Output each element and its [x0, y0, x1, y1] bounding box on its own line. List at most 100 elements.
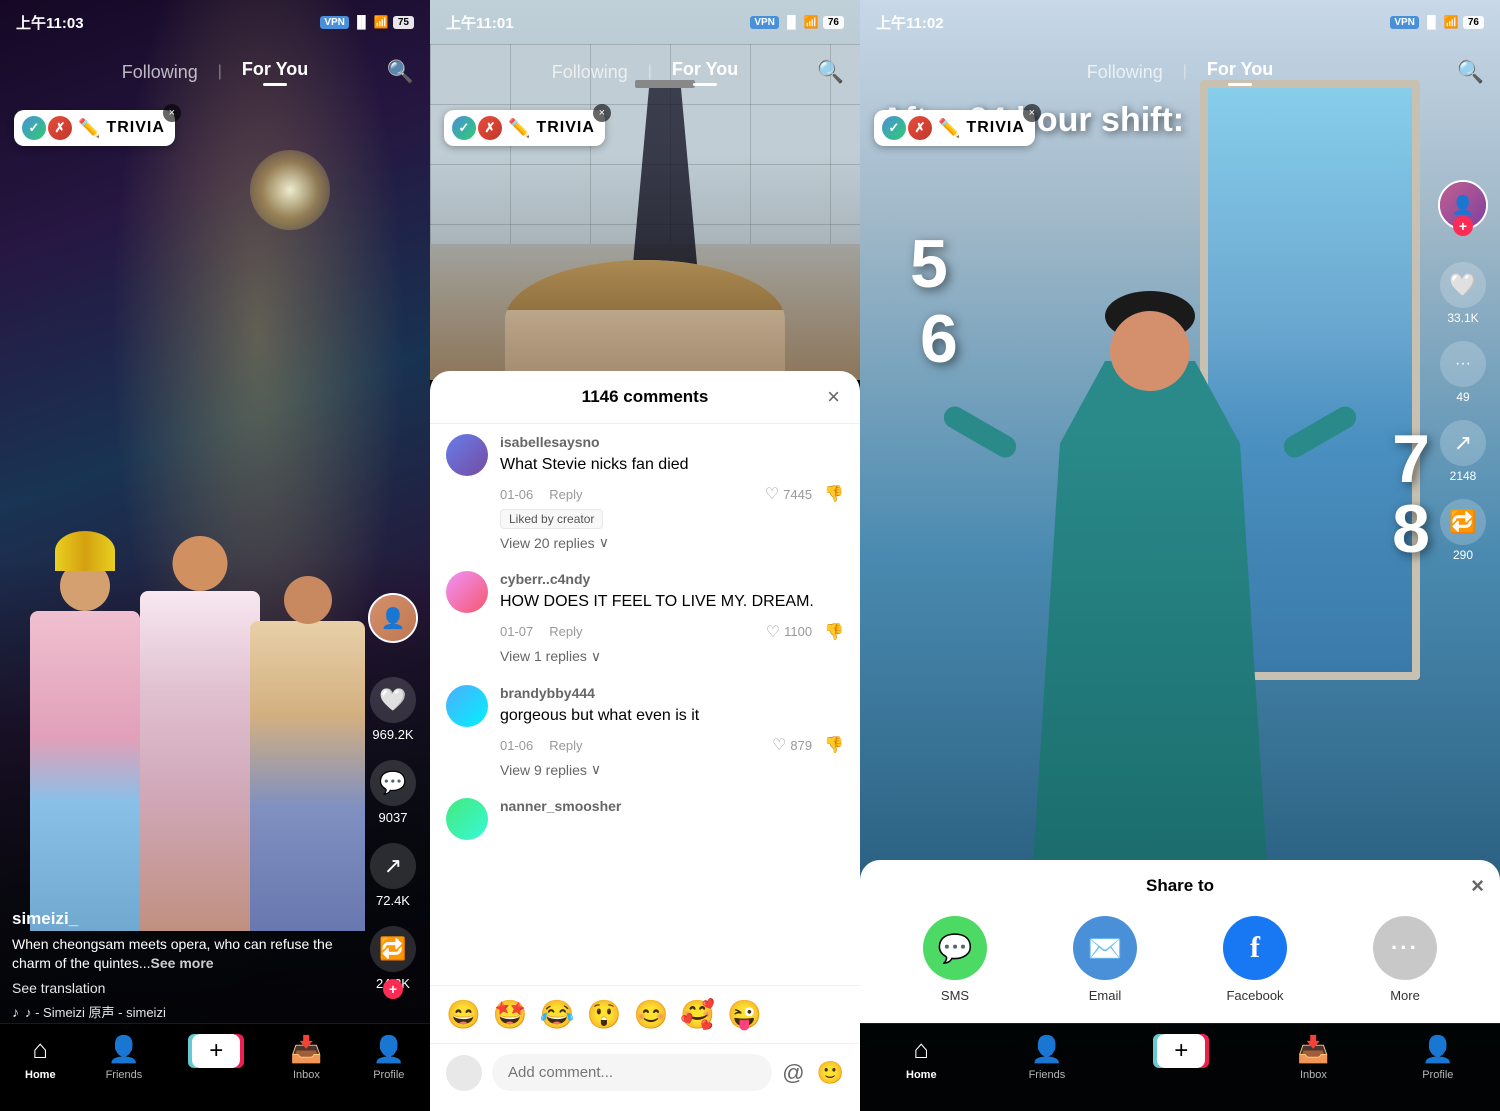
comment-1-reply-button[interactable]: Reply — [549, 487, 582, 502]
comment-1-username[interactable]: isabellesaysno — [500, 434, 844, 450]
share-more[interactable]: ··· More — [1373, 916, 1437, 1003]
tab-home[interactable]: ⌂ Home — [25, 1034, 56, 1081]
panel3-trivia-label[interactable]: TRIVIA — [966, 119, 1024, 137]
like-icon[interactable]: 🤍 — [370, 677, 416, 723]
p3-bookmark-action[interactable]: 🔁 290 — [1440, 499, 1486, 562]
comment-1-likes[interactable]: ♡ 7445 👎 — [765, 484, 844, 504]
emoji-grin[interactable]: 😄 — [446, 998, 481, 1031]
comment-2-username[interactable]: cyberr..c4ndy — [500, 571, 844, 587]
panel1-trivia-badge[interactable]: × ✓ ✗ ✏️ TRIVIA — [14, 110, 175, 146]
panel1-avatar-action[interactable]: 👤 + — [368, 593, 418, 643]
panel3-signal-icon: ▐▌ — [1423, 15, 1440, 29]
panel2-search-icon[interactable]: 🔍 — [817, 59, 844, 85]
comment-4-username[interactable]: nanner_smoosher — [500, 798, 844, 814]
email-icon[interactable]: ✉️ — [1073, 916, 1137, 980]
share-sms[interactable]: 💬 SMS — [923, 916, 987, 1003]
p3-share-icon[interactable]: ↗ — [1440, 420, 1486, 466]
panel3-search-icon[interactable]: 🔍 — [1457, 59, 1484, 85]
panel3-trivia-badge[interactable]: × ✓ ✗ ✏️ TRIVIA — [874, 110, 1035, 146]
tab-profile[interactable]: 👤 Profile — [373, 1034, 405, 1081]
tab-friends[interactable]: 👤 Friends — [106, 1034, 143, 1081]
p3-share-action[interactable]: ↗ 2148 — [1440, 420, 1486, 483]
emoji-starstruck[interactable]: 🤩 — [493, 998, 528, 1031]
panel1-like-action[interactable]: 🤍 969.2K — [370, 677, 416, 742]
share-facebook[interactable]: f Facebook — [1223, 916, 1287, 1003]
panel1-following-tab[interactable]: Following — [122, 58, 198, 87]
creator-avatar[interactable]: 👤 — [368, 593, 418, 643]
p3-avatar-action[interactable]: 👤 + — [1438, 180, 1488, 230]
p3-comment-icon[interactable]: ··· — [1440, 341, 1486, 387]
add-icon[interactable]: + — [192, 1034, 240, 1068]
bookmark-icon[interactable]: 🔁 — [370, 926, 416, 972]
facebook-icon[interactable]: f — [1223, 916, 1287, 980]
comment-1-view-replies[interactable]: View 20 replies ∨ — [500, 534, 844, 551]
share-email[interactable]: ✉️ Email — [1073, 916, 1137, 1003]
p3-like-icon[interactable]: 🤍 — [1440, 262, 1486, 308]
mention-icon[interactable]: @ — [782, 1060, 804, 1086]
comment-icon[interactable]: 💬 — [370, 760, 416, 806]
tab-add[interactable]: + — [192, 1034, 240, 1068]
add-button[interactable]: + — [192, 1034, 240, 1068]
panel2-trivia-close[interactable]: × — [593, 104, 611, 122]
panel1-share-action[interactable]: ↗ 72.4K — [370, 843, 416, 908]
panel1-comment-action[interactable]: 💬 9037 — [370, 760, 416, 825]
comments-close-button[interactable]: × — [827, 384, 840, 410]
panel1-see-more[interactable]: See more — [151, 955, 214, 971]
p3-add-icon[interactable]: + — [1157, 1034, 1205, 1068]
panel1-translation[interactable]: See translation — [12, 980, 360, 996]
panel1-foryou-tab[interactable]: For You — [242, 55, 308, 90]
comment-2-likes[interactable]: ♡ 1100 👎 — [766, 622, 844, 642]
comment-1-avatar[interactable] — [446, 434, 488, 476]
p3-add-button[interactable]: + — [1157, 1034, 1205, 1068]
panel2-trivia-badge[interactable]: × ✓ ✗ ✏️ TRIVIA — [444, 110, 605, 146]
panel2-trivia-label[interactable]: TRIVIA — [536, 119, 594, 137]
emoji-picker-icon[interactable]: 🙂 — [817, 1060, 844, 1086]
emoji-laugh[interactable]: 😂 — [540, 998, 575, 1031]
p3-bookmark-icon[interactable]: 🔁 — [1440, 499, 1486, 545]
p3-tab-inbox[interactable]: 📥 Inbox — [1297, 1034, 1329, 1081]
p3-follow-button[interactable]: + — [1453, 216, 1473, 236]
comment-2-dislike-icon[interactable]: 👎 — [824, 622, 844, 642]
p3-tab-friends[interactable]: 👤 Friends — [1029, 1034, 1066, 1081]
panel2-foryou-tab[interactable]: For You — [672, 55, 738, 90]
tab-inbox[interactable]: 📥 Inbox — [290, 1034, 322, 1081]
comment-2-reply-button[interactable]: Reply — [549, 624, 582, 639]
sms-label: SMS — [941, 988, 969, 1003]
panel3-foryou-tab[interactable]: For You — [1207, 55, 1273, 90]
comment-2-view-replies[interactable]: View 1 replies ∨ — [500, 648, 844, 665]
trivia-close-icon[interactable]: × — [163, 104, 181, 122]
p3-tab-profile[interactable]: 👤 Profile — [1422, 1034, 1454, 1081]
panel1-username[interactable]: simeizi_ — [12, 909, 360, 929]
p3-tab-add[interactable]: + — [1157, 1034, 1205, 1068]
comment-3-username[interactable]: brandybby444 — [500, 685, 844, 701]
emoji-wink[interactable]: 😜 — [727, 998, 762, 1031]
panel3-following-tab[interactable]: Following — [1087, 58, 1163, 87]
panel3-trivia-close[interactable]: × — [1023, 104, 1041, 122]
panel1-search-icon[interactable]: 🔍 — [387, 59, 414, 85]
comment-input-field[interactable] — [492, 1054, 772, 1091]
comment-3-dislike-icon[interactable]: 👎 — [824, 735, 844, 755]
comment-3-likes[interactable]: ♡ 879 👎 — [772, 735, 844, 755]
emoji-wow[interactable]: 😲 — [587, 998, 622, 1031]
sms-icon[interactable]: 💬 — [923, 916, 987, 980]
comment-3-avatar[interactable] — [446, 685, 488, 727]
panel1-trivia-label[interactable]: TRIVIA — [106, 119, 164, 137]
panel2-following-tab[interactable]: Following — [552, 58, 628, 87]
comment-3-view-replies[interactable]: View 9 replies ∨ — [500, 761, 844, 778]
comment-1-date: 01-06 — [500, 487, 533, 502]
p3-creator-avatar[interactable]: 👤 + — [1438, 180, 1488, 230]
more-icon[interactable]: ··· — [1373, 916, 1437, 980]
emoji-love[interactable]: 🥰 — [680, 998, 715, 1031]
p3-tab-home[interactable]: ⌂ Home — [906, 1034, 937, 1081]
comment-3-reply-button[interactable]: Reply — [549, 738, 582, 753]
panel2-pencil-icon: ✏️ — [508, 118, 530, 139]
follow-button[interactable]: + — [383, 979, 403, 999]
comment-2-avatar[interactable] — [446, 571, 488, 613]
p3-comment-action[interactable]: ··· 49 — [1440, 341, 1486, 404]
emoji-smile[interactable]: 😊 — [634, 998, 669, 1031]
share-icon[interactable]: ↗ — [370, 843, 416, 889]
p3-like-action[interactable]: 🤍 33.1K — [1440, 262, 1486, 325]
dislike-icon[interactable]: 👎 — [824, 484, 844, 504]
comment-4-avatar[interactable] — [446, 798, 488, 840]
share-close-button[interactable]: × — [1471, 873, 1484, 899]
